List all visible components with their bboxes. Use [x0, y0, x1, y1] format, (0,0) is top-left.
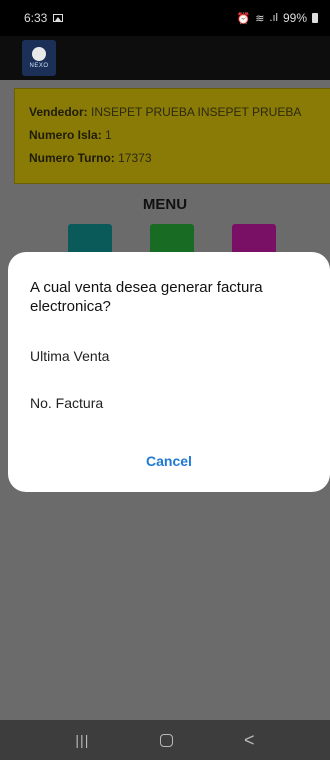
app-logo: NEXO [22, 40, 56, 76]
menu-title: MENU [142, 196, 188, 213]
dialog-title: A cual venta desea generar factura elect… [30, 279, 263, 315]
vendedor-row: Vendedor: INSEPET PRUEBA INSEPET PRUEBA [29, 105, 317, 119]
status-icons: ⏰ ≋ .ıl 99% [236, 11, 318, 25]
info-panel: Vendedor: INSEPET PRUEBA INSEPET PRUEBA … [14, 88, 330, 184]
vendedor-value: INSEPET PRUEBA INSEPET PRUEBA [91, 105, 302, 119]
alarm-icon: ⏰ [236, 12, 251, 25]
turno-label: Numero Turno: [29, 151, 115, 165]
isla-row: Numero Isla: 1 [29, 128, 317, 142]
nav-bar: ||| < [0, 720, 330, 760]
image-icon [53, 14, 64, 22]
turno-value: 17373 [118, 151, 152, 165]
battery-icon [312, 13, 318, 23]
option-ultima-venta[interactable]: Ultima Venta [30, 348, 109, 364]
isla-label: Numero Isla: [29, 128, 102, 142]
wifi-icon: ≋ [255, 12, 265, 25]
invoice-dialog: A cual venta desea generar factura elect… [8, 252, 330, 492]
recent-apps-button[interactable]: ||| [75, 732, 89, 748]
app-bar: NEXO [0, 36, 330, 80]
vendedor-label: Vendedor: [29, 105, 88, 119]
status-time: 6:33 [24, 11, 48, 25]
logo-text: NEXO [29, 63, 49, 69]
option-no-factura[interactable]: No. Factura [30, 395, 103, 411]
status-bar: 6:33 ⏰ ≋ .ıl 99% [0, 0, 330, 36]
turno-row: Numero Turno: 17373 [29, 151, 317, 165]
home-button[interactable] [160, 733, 174, 747]
isla-value: 1 [105, 128, 112, 142]
battery-percent: 99% [282, 11, 307, 25]
signal-icon: .ıl [269, 12, 278, 24]
back-button[interactable]: < [244, 730, 255, 751]
logo-circle-icon [32, 47, 46, 61]
cancel-button[interactable]: Cancel [8, 453, 330, 469]
